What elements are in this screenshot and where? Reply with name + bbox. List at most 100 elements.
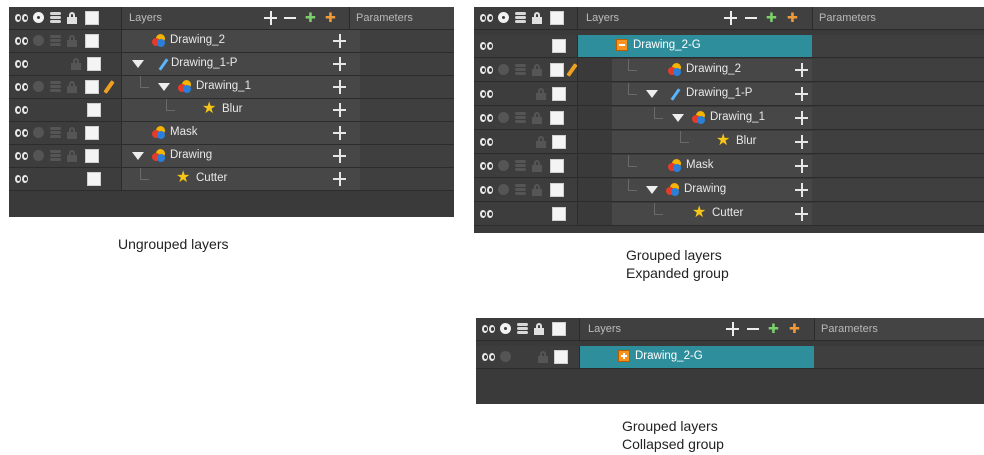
layer-name-cell[interactable]: Drawing — [612, 179, 812, 201]
add-peg-icon[interactable]: ✚ — [768, 322, 779, 336]
stack-icon[interactable] — [50, 150, 61, 162]
layer-row[interactable]: Mask — [9, 122, 454, 145]
add-plus-icon[interactable] — [330, 76, 348, 98]
layer-name-cell[interactable]: ★ Blur — [612, 131, 812, 153]
add-layer-group-icon[interactable]: ✚ — [787, 11, 798, 25]
layer-row[interactable]: Mask — [474, 155, 984, 178]
eye-icon[interactable] — [482, 351, 496, 363]
eye-icon[interactable] — [15, 35, 29, 47]
color-swatch-icon[interactable] — [552, 207, 566, 221]
add-plus-icon[interactable] — [792, 203, 810, 225]
stack-icon[interactable] — [517, 323, 528, 335]
color-swatch-icon[interactable] — [85, 11, 99, 25]
add-plus-icon[interactable] — [330, 122, 348, 144]
eye-icon[interactable] — [480, 208, 494, 220]
group-row[interactable]: Drawing_2-G — [476, 346, 984, 369]
color-swatch-icon[interactable] — [85, 126, 99, 140]
add-plus-icon[interactable] — [330, 168, 348, 190]
eye-icon[interactable] — [480, 136, 494, 148]
color-swatch-icon[interactable] — [550, 111, 564, 125]
expand-triangle-icon[interactable] — [672, 114, 684, 122]
stack-icon[interactable] — [50, 12, 61, 24]
eye-icon[interactable] — [480, 64, 494, 76]
layer-row[interactable]: Drawing_2 — [9, 30, 454, 53]
remove-layer-icon[interactable] — [747, 328, 759, 330]
solo-icon[interactable] — [498, 64, 509, 75]
group-name-cell[interactable]: Drawing_2-G — [580, 346, 814, 368]
lock-icon[interactable] — [71, 58, 81, 70]
expand-triangle-icon[interactable] — [646, 186, 658, 194]
lock-icon[interactable] — [532, 160, 542, 172]
stack-icon[interactable] — [515, 64, 526, 76]
layer-name-cell[interactable]: Mask — [122, 122, 360, 144]
layer-name-cell[interactable]: Drawing_1 — [612, 107, 812, 129]
eye-icon[interactable] — [15, 127, 29, 139]
add-plus-icon[interactable] — [330, 30, 348, 52]
add-plus-icon[interactable] — [330, 99, 348, 121]
add-peg-icon[interactable]: ✚ — [766, 11, 777, 25]
color-swatch-icon[interactable] — [87, 57, 101, 71]
add-layer-group-icon[interactable]: ✚ — [325, 11, 336, 25]
layer-name-cell[interactable]: Drawing_2 — [122, 30, 360, 52]
color-swatch-icon[interactable] — [552, 135, 566, 149]
add-plus-icon[interactable] — [792, 83, 810, 105]
add-layer-icon[interactable] — [264, 10, 278, 26]
stack-icon[interactable] — [515, 12, 526, 24]
layer-row[interactable]: ★ Blur — [9, 99, 454, 122]
eye-icon[interactable] — [15, 104, 29, 116]
color-swatch-icon[interactable] — [552, 322, 566, 336]
eye-icon[interactable] — [480, 12, 494, 24]
expand-triangle-icon[interactable] — [646, 90, 658, 98]
lock-icon[interactable] — [532, 112, 542, 124]
add-plus-icon[interactable] — [792, 179, 810, 201]
stack-icon[interactable] — [50, 127, 61, 139]
color-swatch-icon[interactable] — [552, 87, 566, 101]
lock-icon[interactable] — [67, 81, 77, 93]
eye-icon[interactable] — [480, 184, 494, 196]
add-layer-group-icon[interactable]: ✚ — [789, 322, 800, 336]
add-plus-icon[interactable] — [792, 59, 810, 81]
layer-name-cell[interactable]: Drawing_1 — [122, 76, 360, 98]
eye-icon[interactable] — [482, 323, 496, 335]
solo-icon[interactable] — [33, 35, 44, 46]
layer-row[interactable]: ★ Cutter — [9, 168, 454, 191]
layer-row[interactable]: ★ Cutter — [474, 203, 984, 226]
eye-icon[interactable] — [480, 40, 494, 52]
eye-icon[interactable] — [480, 112, 494, 124]
color-swatch-icon[interactable] — [550, 159, 564, 173]
color-swatch-icon[interactable] — [552, 39, 566, 53]
eye-icon[interactable] — [480, 88, 494, 100]
add-plus-icon[interactable] — [792, 131, 810, 153]
color-swatch-icon[interactable] — [87, 103, 101, 117]
layer-name-cell[interactable]: Drawing — [122, 145, 360, 167]
group-collapsed-icon[interactable] — [618, 350, 630, 362]
add-plus-icon[interactable] — [330, 145, 348, 167]
layer-row[interactable]: Drawing_2 — [474, 59, 984, 82]
expand-triangle-icon[interactable] — [158, 83, 170, 91]
color-swatch-icon[interactable] — [85, 34, 99, 48]
solo-icon[interactable] — [33, 81, 44, 92]
layer-name-cell[interactable]: Drawing_2 — [612, 59, 812, 81]
add-plus-icon[interactable] — [792, 107, 810, 129]
add-plus-icon[interactable] — [792, 155, 810, 177]
solo-icon[interactable] — [498, 184, 509, 195]
eye-icon[interactable] — [15, 150, 29, 162]
lock-icon[interactable] — [67, 150, 77, 162]
group-expanded-icon[interactable] — [616, 39, 628, 51]
layer-name-cell[interactable]: ★ Cutter — [612, 203, 812, 225]
lock-icon[interactable] — [532, 184, 542, 196]
color-swatch-icon[interactable] — [550, 11, 564, 25]
color-swatch-icon[interactable] — [550, 183, 564, 197]
layer-name-cell[interactable]: Mask — [612, 155, 812, 177]
solo-icon[interactable] — [33, 127, 44, 138]
add-layer-icon[interactable] — [726, 321, 740, 337]
stack-icon[interactable] — [50, 35, 61, 47]
layer-row[interactable]: Drawing_1-P — [474, 83, 984, 106]
color-swatch-icon[interactable] — [85, 149, 99, 163]
eye-icon[interactable] — [15, 173, 29, 185]
lock-icon[interactable] — [532, 64, 542, 76]
add-layer-icon[interactable] — [724, 10, 738, 26]
layer-row[interactable]: Drawing_1 — [9, 76, 454, 99]
color-swatch-icon[interactable] — [85, 80, 99, 94]
layer-row[interactable]: ★ Blur — [474, 131, 984, 154]
